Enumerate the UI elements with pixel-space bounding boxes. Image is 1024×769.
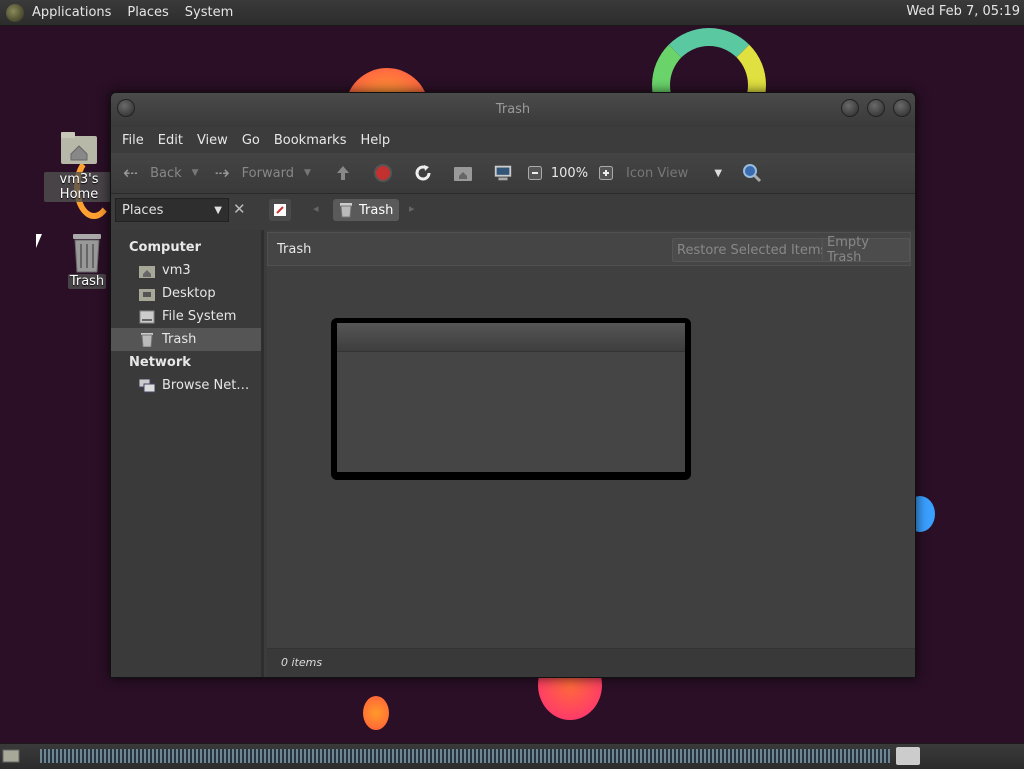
sidebar-item-trash[interactable]: Trash: [111, 328, 261, 351]
restore-selected-button[interactable]: Restore Selected Items: [672, 238, 833, 262]
stop-button[interactable]: [373, 163, 393, 183]
back-label: Back: [150, 165, 182, 181]
info-bar-title: Trash: [277, 242, 312, 257]
chevron-down-icon: ▼: [214, 204, 222, 216]
menu-system[interactable]: System: [177, 5, 241, 20]
empty-placeholder-panel: [337, 323, 685, 472]
network-icon: [139, 378, 155, 392]
status-bar: 0 items: [267, 648, 915, 677]
back-arrow-icon: ⇠: [123, 162, 139, 184]
zoom-out-icon: [527, 166, 542, 180]
toolbar: ⇠ Back ▼ ⇢ Forward ▼ 100% Icon View ▼: [111, 153, 915, 194]
trash-icon: [141, 332, 153, 347]
up-button[interactable]: [333, 163, 353, 183]
file-view[interactable]: Trash Restore Selected Items Empty Trash: [267, 230, 915, 677]
forward-label: Forward: [241, 165, 294, 181]
sidebar-item-label: Desktop: [162, 286, 216, 301]
item-count: 0 items: [281, 656, 323, 669]
back-button[interactable]: ⇠ Back ▼: [123, 163, 199, 184]
reload-button[interactable]: [413, 163, 433, 183]
computer-button[interactable]: [493, 163, 513, 183]
maximize-button[interactable]: [867, 99, 885, 117]
sidebar-item-label: vm3: [162, 263, 191, 278]
pencil-icon: [274, 204, 286, 216]
trash-info-bar: Trash Restore Selected Items Empty Trash: [267, 232, 911, 266]
desktop-icon-home[interactable]: vm3's Home: [44, 128, 114, 202]
search-button[interactable]: [742, 163, 762, 183]
desktop-folder-icon: [139, 288, 155, 301]
chevron-down-icon[interactable]: ▼: [192, 168, 199, 178]
up-arrow-icon: [336, 166, 349, 180]
menu-go[interactable]: Go: [235, 133, 267, 148]
distro-logo-icon[interactable]: [6, 3, 24, 22]
chevron-down-icon[interactable]: ▼: [304, 168, 311, 178]
places-sidebar: Computer vm3 Desktop File System Trash N…: [111, 230, 264, 677]
sidebar-item-vm3[interactable]: vm3: [111, 259, 261, 282]
breadcrumb-scroll-right-icon[interactable]: ▸: [409, 202, 415, 215]
home-folder-icon: [59, 128, 99, 168]
view-mode-label: Icon View: [626, 165, 689, 181]
title-bar[interactable]: Trash: [111, 93, 915, 127]
sidebar-item-label: Trash: [162, 332, 197, 347]
menu-file[interactable]: File: [115, 133, 151, 148]
top-panel: Applications Places System Wed Feb 7, 05…: [0, 0, 1024, 26]
edit-location-button[interactable]: [269, 199, 291, 221]
sidebar-type-select[interactable]: Places ▼: [115, 198, 229, 222]
zoom-level: 100%: [550, 165, 589, 181]
minimize-button[interactable]: [841, 99, 859, 117]
zoom-in-icon: [599, 166, 614, 180]
computer-icon: [494, 165, 512, 181]
search-icon: [743, 164, 762, 183]
close-button[interactable]: [893, 99, 911, 117]
desktop-icon-label: Trash: [67, 274, 107, 289]
drive-icon: [139, 310, 155, 323]
window-title: Trash: [495, 102, 531, 117]
mouse-cursor-icon: [36, 234, 42, 248]
reload-icon: [415, 165, 431, 181]
bottom-panel: [0, 743, 1024, 769]
menu-help[interactable]: Help: [353, 133, 397, 148]
sidebar-item-file-system[interactable]: File System: [111, 305, 261, 328]
zoom-out-button[interactable]: [525, 163, 545, 183]
file-manager-window: Trash File Edit View Go Bookmarks Help ⇠…: [110, 92, 916, 678]
show-desktop-icon[interactable]: [2, 748, 20, 764]
stop-icon: [373, 164, 392, 182]
empty-placeholder-frame: [331, 318, 691, 480]
menu-view[interactable]: View: [190, 133, 235, 148]
view-mode-select[interactable]: Icon View ▼: [626, 166, 722, 181]
chevron-down-icon: ▼: [714, 167, 723, 179]
desktop-decoration: [363, 696, 389, 730]
breadcrumb-scroll-left-icon[interactable]: ◂: [313, 202, 319, 215]
zoom-in-button[interactable]: [596, 163, 616, 183]
menu-applications[interactable]: Applications: [24, 5, 119, 20]
sidebar-item-label: File System: [162, 309, 237, 324]
forward-button[interactable]: ⇢ Forward ▼: [215, 163, 311, 184]
forward-arrow-icon: ⇢: [214, 162, 230, 184]
location-bar: Places ▼ ✕ ◂ Trash ▸: [111, 194, 915, 230]
home-button[interactable]: [453, 163, 473, 183]
workspace-switcher[interactable]: [40, 749, 890, 763]
menu-edit[interactable]: Edit: [151, 133, 190, 148]
desktop-icon-label: vm3's Home: [44, 172, 114, 202]
trash-icon: [67, 230, 107, 273]
empty-placeholder-header: [337, 323, 685, 352]
sidebar-item-browse-network[interactable]: Browse Net…: [111, 374, 261, 397]
menu-places[interactable]: Places: [119, 5, 176, 20]
close-sidebar-icon[interactable]: ✕: [233, 200, 246, 218]
breadcrumb-trash[interactable]: Trash: [333, 199, 400, 221]
window-list-icon[interactable]: [896, 747, 920, 765]
breadcrumb-label: Trash: [359, 202, 394, 218]
sidebar-type-label: Places: [122, 202, 164, 218]
trash-icon: [340, 203, 352, 218]
sidebar-section-computer: Computer: [129, 240, 202, 255]
menu-bookmarks[interactable]: Bookmarks: [267, 133, 354, 148]
sidebar-item-label: Browse Net…: [162, 378, 250, 393]
sidebar-section-network: Network: [129, 355, 191, 370]
empty-trash-button[interactable]: Empty Trash: [822, 235, 910, 265]
menu-bar: File Edit View Go Bookmarks Help: [111, 127, 915, 153]
home-folder-icon: [453, 167, 472, 181]
sidebar-item-desktop[interactable]: Desktop: [111, 282, 261, 305]
clock[interactable]: Wed Feb 7, 05:19: [906, 4, 1020, 19]
home-icon: [139, 265, 155, 278]
